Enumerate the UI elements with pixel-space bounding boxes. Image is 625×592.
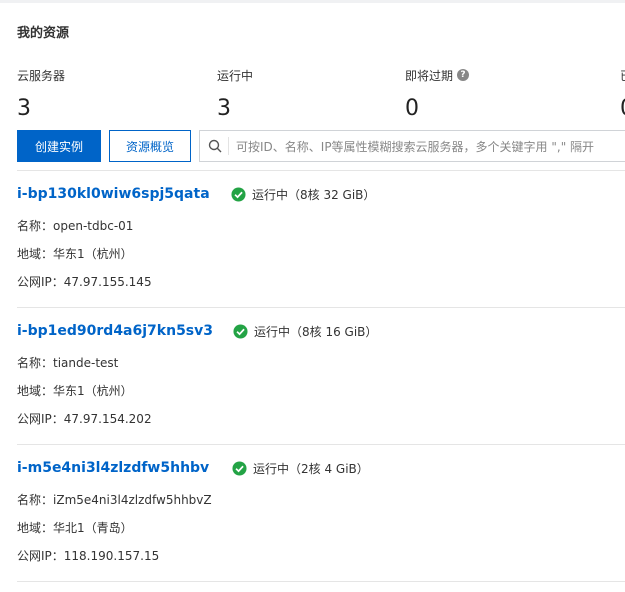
stat-value[interactable]: 3 [17,96,65,122]
top-border [0,0,625,3]
stat-running[interactable]: 运行中 3 [217,66,253,122]
divider [17,170,625,171]
instance-ip-row: 公网IP：47.97.154.202 [17,410,152,427]
instance-name-row: 名称：open-tdbc-01 [17,217,133,234]
divider [17,307,625,308]
instance-ip: 47.97.155.145 [63,275,152,289]
section-title: 我的资源 [17,26,70,41]
instance-id-link[interactable]: i-bp130kl0wiw6spj5qata [17,186,210,202]
instance-ip-row: 公网IP：47.97.155.145 [17,273,152,290]
create-instance-button[interactable]: 创建实例 [17,130,101,162]
ip-label: 公网IP： [17,549,64,563]
instance-name-row: 名称：iZm5e4ni3l4zlzdfw5hhbvZ [17,491,212,508]
instance-status-text: 运行中（8核 16 GiB） [254,325,378,339]
stat-label: 运行中 [217,68,254,83]
instance-region: 华东1（杭州） [53,384,133,398]
instance-region-row: 地域：华东1（杭州） [17,245,133,262]
stat-value[interactable]: 0 [405,96,469,122]
search-placeholder: 可按ID、名称、IP等属性模糊搜索云服务器，多个关键字用 "," 隔开 [236,139,595,154]
name-label: 名称： [17,493,54,507]
stat-label: 云服务器 [17,68,66,83]
stat-label-row: 即将过期 ? [405,66,470,84]
instance-status: 运行中（8核 32 GiB） [231,186,375,203]
toolbar: 创建实例 资源概览 [17,130,191,162]
region-label: 地域： [17,521,54,535]
resource-overview-button[interactable]: 资源概览 [109,130,191,162]
search-divider [228,137,229,155]
name-label: 名称： [17,356,54,370]
stat-label: 即将过期 [405,68,454,83]
instance-region: 华北1（青岛） [53,521,133,535]
instance-status: 运行中（2核 4 GiB） [232,460,369,477]
search-input[interactable]: 可按ID、名称、IP等属性模糊搜索云服务器，多个关键字用 "," 隔开 [199,130,625,162]
instance-region: 华东1（杭州） [53,247,133,261]
instance-region-row: 地域：华北1（青岛） [17,519,133,536]
stat-value[interactable]: 0 [620,96,625,122]
check-circle-icon [233,324,248,339]
instance-ip-row: 公网IP：118.190.157.15 [17,547,159,564]
instance-ip: 47.97.154.202 [63,412,152,426]
instance-name: tiande-test [53,356,119,370]
instance-name: iZm5e4ni3l4zlzdfw5hhbvZ [53,493,212,507]
instance-id-link[interactable]: i-bp1ed90rd4a6j7kn5sv3 [17,323,213,339]
name-label: 名称： [17,219,54,233]
stat-label: 已 [620,66,625,84]
ip-label: 公网IP： [17,412,64,426]
region-label: 地域： [17,384,54,398]
instance-name-row: 名称：tiande-test [17,354,118,371]
divider [17,581,625,582]
instance-status-text: 运行中（2核 4 GiB） [253,462,369,476]
instance-name: open-tdbc-01 [53,219,134,233]
check-circle-icon [231,187,246,202]
instance-status-text: 运行中（8核 32 GiB） [252,188,376,202]
instance-region-row: 地域：华东1（杭州） [17,382,133,399]
stat-expiring[interactable]: 即将过期 ? 0 [405,66,470,122]
instance-ip: 118.190.157.15 [63,549,160,563]
check-circle-icon [232,461,247,476]
instance-id-link[interactable]: i-m5e4ni3l4zlzdfw5hhbv [17,460,209,476]
stat-expired[interactable]: 已 0 [620,66,625,122]
stat-cloud-servers[interactable]: 云服务器 3 [17,66,65,122]
help-icon[interactable]: ? [457,69,470,81]
ip-label: 公网IP： [17,275,64,289]
region-label: 地域： [17,247,54,261]
search-icon[interactable] [200,139,230,153]
divider [17,444,625,445]
stat-value[interactable]: 3 [217,96,253,122]
instance-status: 运行中（8核 16 GiB） [233,323,377,340]
